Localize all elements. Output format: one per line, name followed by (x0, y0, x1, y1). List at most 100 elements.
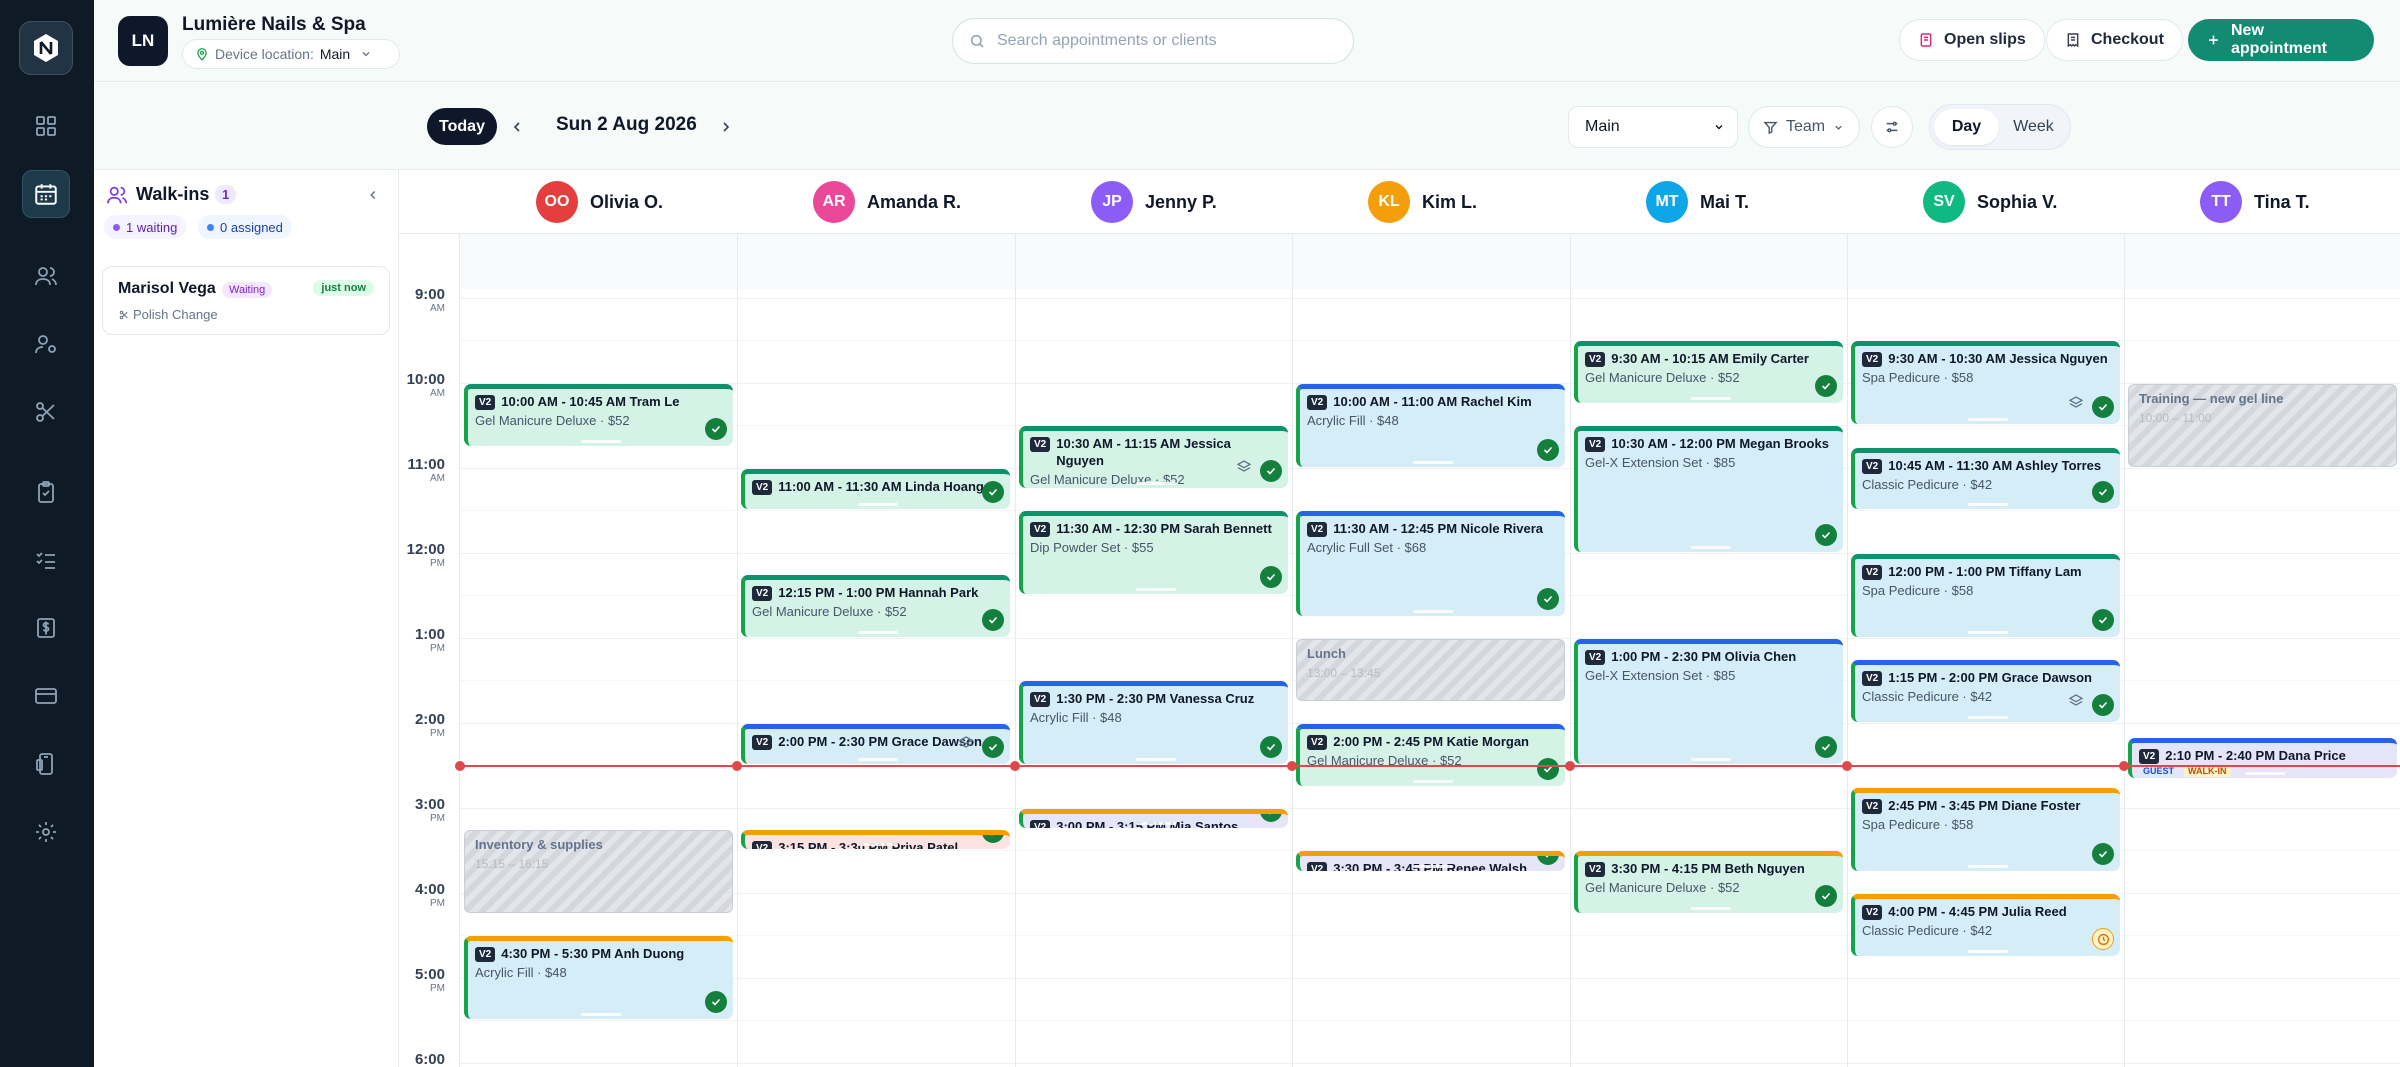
appointment-card[interactable]: V2 1:00 PM - 2:30 PM Olivia Chen Gel-X Ext… (1574, 639, 1844, 764)
week-view-tab[interactable]: Week (2001, 109, 2066, 145)
appointment-card[interactable]: V2 1:30 PM - 2:30 PM Vanessa Cruz Acrylic … (1019, 681, 1289, 764)
staff-column-header[interactable]: TT Tina T. (2200, 181, 2310, 223)
appointment-card[interactable]: V2 2:10 PM - 2:40 PM Dana Price GUEST WALK-… (2128, 738, 2398, 778)
resize-handle[interactable] (580, 1013, 621, 1016)
dashboard-icon[interactable] (22, 102, 70, 150)
resize-handle[interactable] (1412, 610, 1453, 613)
appointment-service: Acrylic Fill · $48 (475, 965, 567, 980)
billing-icon[interactable] (22, 604, 70, 652)
appointment-card[interactable]: V2 11:00 AM - 11:30 AM Linda Hoang (741, 469, 1011, 509)
staff-column-header[interactable]: SV Sophia V. (1923, 181, 2057, 223)
appointment-card[interactable]: V2 2:00 PM - 2:30 PM Grace Dawson (741, 724, 1011, 764)
day-view-tab[interactable]: Day (1934, 109, 1999, 145)
appointment-card[interactable]: V2 10:30 AM - 11:15 AM Jessica Nguyen Gel … (1019, 426, 1289, 488)
collapse-panel-icon[interactable] (366, 188, 380, 202)
version-badge: V2 (1585, 352, 1606, 367)
clipboard-check-icon[interactable] (22, 468, 70, 516)
view-settings-button[interactable] (1871, 106, 1913, 148)
previous-day-button[interactable] (502, 112, 532, 142)
appointment-card[interactable]: V2 11:30 AM - 12:45 PM Nicole Rivera Acryl… (1296, 511, 1566, 616)
resize-handle[interactable] (1967, 950, 2008, 953)
appointment-card[interactable]: V23:00 PM - 3:15 PM Mia Santos (1019, 809, 1289, 828)
location-select[interactable]: Main (1568, 106, 1738, 148)
resize-handle[interactable] (1967, 865, 2008, 868)
resize-handle[interactable] (1690, 546, 1731, 549)
resize-handle[interactable] (1967, 418, 2008, 421)
resize-handle[interactable] (857, 631, 898, 634)
next-day-button[interactable] (711, 112, 741, 142)
resize-handle[interactable] (1135, 758, 1176, 761)
waiting-chip[interactable]: 1 waiting (104, 215, 187, 239)
staff-settings-icon[interactable] (22, 320, 70, 368)
search-input[interactable] (997, 32, 1327, 50)
services-scissors-icon[interactable] (22, 388, 70, 436)
blocked-time[interactable]: Lunch 13:00 – 13:45 (1296, 639, 1566, 701)
resize-handle[interactable] (857, 843, 898, 846)
resize-handle[interactable] (1690, 758, 1731, 761)
blocked-time[interactable]: Training — new gel line 10:00 – 11:00 (2128, 384, 2398, 467)
appointment-card[interactable]: V2 9:30 AM - 10:15 AM Emily Carter Gel Man… (1574, 341, 1844, 403)
new-appointment-button[interactable]: New appointment (2188, 19, 2374, 61)
appointment-card[interactable]: V2 9:30 AM - 10:30 AM Jessica Nguyen Spa P… (1851, 341, 2121, 424)
resize-handle[interactable] (1412, 461, 1453, 464)
resize-handle[interactable] (2244, 772, 2285, 775)
calendar-grid[interactable]: 9:00 AM 10:00 AM 11:00 AM 12:00 PM 1:00 PM 2:00 PM 3… (399, 234, 2400, 1067)
resize-handle[interactable] (1967, 716, 2008, 719)
business-avatar[interactable]: LN (118, 16, 168, 66)
appointment-card[interactable]: V2 1:15 PM - 2:00 PM Grace Dawson Classic … (1851, 660, 2121, 722)
resize-handle[interactable] (1135, 822, 1176, 825)
appointment-card[interactable]: V23:15 PM - 3:30 PM Priya Patel (741, 830, 1011, 849)
devices-icon[interactable] (22, 740, 70, 788)
appointment-card[interactable]: V2 4:00 PM - 4:45 PM Julia Reed Classic Pe… (1851, 894, 2121, 956)
appointment-card[interactable]: V2 10:00 AM - 11:00 AM Rachel Kim Acrylic … (1296, 384, 1566, 467)
resize-handle[interactable] (1967, 503, 2008, 506)
assigned-chip[interactable]: 0 assigned (198, 215, 292, 239)
checked-in-icon (2092, 694, 2115, 716)
settings-gear-icon[interactable] (22, 808, 70, 856)
staff-column-header[interactable]: JP Jenny P. (1091, 181, 1217, 223)
resize-handle[interactable] (1135, 482, 1176, 485)
resize-handle[interactable] (1135, 588, 1176, 591)
walk-in-card[interactable]: Marisol Vega Waiting just now Polish Cha… (102, 266, 390, 335)
staff-column-header[interactable]: AR Amanda R. (813, 181, 961, 223)
resize-handle[interactable] (1690, 907, 1731, 910)
device-location-selector[interactable]: Device location: Main (182, 39, 400, 69)
appointment-card[interactable]: V2 12:15 PM - 1:00 PM Hannah Park Gel Mani… (741, 575, 1011, 637)
blocked-time[interactable]: Inventory & supplies 15:15 – 16:15 (464, 830, 734, 913)
appointment-card[interactable]: V2 10:00 AM - 10:45 AM Tram Le Gel Manicur… (464, 384, 734, 446)
appointment-card[interactable]: V2 11:30 AM - 12:30 PM Sarah Bennett Dip P… (1019, 511, 1289, 594)
appointment-card[interactable]: V2 12:00 PM - 1:00 PM Tiffany Lam Spa Pedi… (1851, 554, 2121, 637)
clients-icon[interactable] (22, 252, 70, 300)
staff-column-header[interactable]: MT Mai T. (1646, 181, 1749, 223)
search-bar[interactable] (952, 18, 1354, 64)
resize-handle[interactable] (580, 440, 621, 443)
staff-column-header[interactable]: KL Kim L. (1368, 181, 1477, 223)
checkout-button[interactable]: Checkout (2046, 19, 2183, 61)
appointment-card[interactable]: V2 2:00 PM - 2:45 PM Katie Morgan Gel Mani… (1296, 724, 1566, 786)
resize-handle[interactable] (1412, 780, 1453, 783)
today-button[interactable]: Today (427, 108, 497, 145)
staff-column-header[interactable]: OO Olivia O. (536, 181, 663, 223)
calendar-icon[interactable] (22, 170, 70, 218)
appointment-card[interactable]: V2 2:45 PM - 3:45 PM Diane Foster Spa Pedi… (1851, 788, 2121, 871)
card-payments-icon[interactable] (22, 672, 70, 720)
team-filter-button[interactable]: Team (1748, 106, 1860, 148)
column-divider (1847, 234, 1848, 1067)
appointment-card[interactable]: V23:30 PM - 3:45 PM Renee Walsh (1296, 851, 1566, 871)
checklist-icon[interactable] (22, 536, 70, 584)
walk-ins-count: 1 (215, 185, 237, 204)
appointment-card[interactable]: V2 4:30 PM - 5:30 PM Anh Duong Acrylic Fil… (464, 936, 734, 1019)
appointment-card[interactable]: V2 10:45 AM - 11:30 AM Ashley Torres Class… (1851, 448, 2121, 509)
resize-handle[interactable] (1690, 397, 1731, 400)
assigned-count: 0 assigned (220, 219, 283, 235)
resize-handle[interactable] (1412, 865, 1453, 868)
resize-handle[interactable] (857, 503, 898, 506)
appointment-card[interactable]: V2 10:30 AM - 12:00 PM Megan Brooks Gel-X … (1574, 426, 1844, 552)
open-slips-button[interactable]: Open slips (1899, 19, 2045, 61)
top-bar: LN Lumière Nails & Spa Device location: … (94, 0, 2400, 82)
checked-in-icon (705, 418, 728, 440)
resize-handle[interactable] (1967, 631, 2008, 634)
app-logo[interactable] (19, 21, 73, 75)
appointment-card[interactable]: V2 3:30 PM - 4:15 PM Beth Nguyen Gel Manic… (1574, 851, 1844, 913)
resize-handle[interactable] (857, 758, 898, 761)
